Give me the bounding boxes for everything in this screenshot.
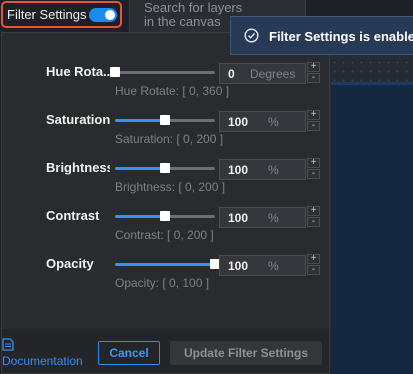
toast-message: Filter Settings is enabled. [269,29,413,44]
filter-label: Brightness [46,160,110,175]
filter-row: Brightness 100% + - Brightness: [ 0, 200 ] [2,158,331,209]
input-unit: % [268,163,279,177]
search-placeholder-line1: Search for layers [144,0,243,15]
slider-track[interactable] [115,71,215,74]
slider-fill [115,215,165,218]
filter-label: Saturation [46,112,110,127]
increment-button[interactable]: + [307,110,320,120]
increment-button[interactable]: + [307,158,320,168]
filter-label: Opacity [46,256,94,271]
filter-row: Hue Rota... 0 Degrees + - Hue Rotate: [ 0, 36… [2,62,331,113]
slider-fill [115,263,215,266]
filter-row: Saturation 100% + - Saturation: [ 0, 200 ] [2,110,331,161]
value-input[interactable]: 100% [219,111,306,132]
filter-label: Contrast [46,208,100,223]
input-value: 100 [228,115,249,129]
canvas-layer-edge [331,82,413,85]
switch-knob [105,10,115,20]
filter-row: Contrast 100% + - Contrast: [ 0, 200 ] [2,206,331,257]
update-filter-settings-button[interactable]: Update Filter Settings [170,341,322,365]
input-unit: Degrees [250,67,296,81]
document-icon[interactable] [2,338,14,351]
input-value: 100 [228,211,249,225]
value-input[interactable]: 100% [219,159,306,180]
range-hint: Contrast: [ 0, 200 ] [115,228,214,242]
input-unit: % [268,115,279,129]
panel-footer: Documentation Cancel Update Filter Setti… [2,329,329,373]
filter-label: Hue Rota... [46,64,110,79]
slider-fill [115,167,165,170]
decrement-button[interactable]: - [307,265,320,275]
input-value: 0 [228,67,235,81]
range-hint: Brightness: [ 0, 200 ] [115,180,226,194]
slider-thumb[interactable] [160,115,170,125]
canvas-layer[interactable] [331,82,413,374]
cancel-button[interactable]: Cancel [98,341,160,365]
screen: Search for layers in the canvas Filter S… [0,0,413,374]
slider-fill [115,119,165,122]
increment-button[interactable]: + [307,206,320,216]
range-hint: Saturation: [ 0, 200 ] [115,132,224,146]
decrement-button[interactable]: - [307,121,320,131]
input-value: 100 [228,259,249,273]
filter-settings-toggle[interactable]: Filter Settings [1,1,122,28]
value-input[interactable]: 100% [219,207,306,228]
input-value: 100 [228,163,249,177]
check-circle-icon [244,28,259,43]
increment-button[interactable]: + [307,62,320,72]
input-unit: % [268,211,279,225]
range-hint: Opacity: [ 0, 100 ] [115,276,210,290]
slider-thumb[interactable] [160,211,170,221]
filter-row: Opacity 100% + - Opacity: [ 0, 100 ] [2,254,331,305]
value-input[interactable]: 100% [219,255,306,276]
filter-enabled-switch[interactable] [89,8,117,22]
documentation-link[interactable]: Documentation [2,354,83,368]
filter-settings-label: Filter Settings [7,7,87,22]
decrement-button[interactable]: - [307,217,320,227]
decrement-button[interactable]: - [307,169,320,179]
slider-thumb[interactable] [160,163,170,173]
notification-toast: Filter Settings is enabled. [230,16,413,55]
value-input[interactable]: 0 Degrees [219,63,306,84]
slider-thumb[interactable] [110,67,120,77]
input-unit: % [268,259,279,273]
increment-button[interactable]: + [307,254,320,264]
filter-settings-panel: Hue Rota... 0 Degrees + - Hue Rotate: [ 0, 36… [1,32,330,374]
range-hint: Hue Rotate: [ 0, 360 ] [115,84,230,98]
decrement-button[interactable]: - [307,73,320,83]
